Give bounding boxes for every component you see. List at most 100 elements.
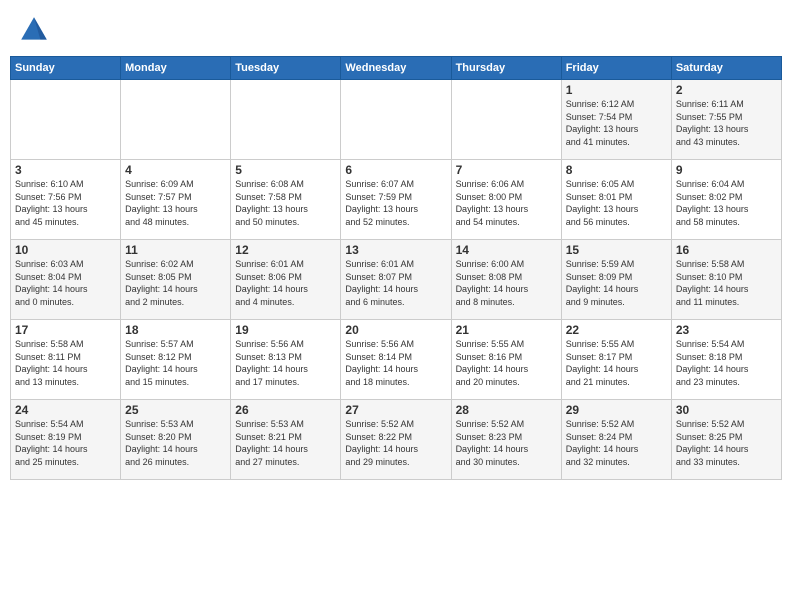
day-number: 3: [15, 163, 116, 177]
day-number: 8: [566, 163, 667, 177]
calendar-week-5: 24Sunrise: 5:54 AM Sunset: 8:19 PM Dayli…: [11, 400, 782, 480]
calendar-cell: 21Sunrise: 5:55 AM Sunset: 8:16 PM Dayli…: [451, 320, 561, 400]
day-info: Sunrise: 6:09 AM Sunset: 7:57 PM Dayligh…: [125, 178, 226, 228]
day-info: Sunrise: 5:55 AM Sunset: 8:17 PM Dayligh…: [566, 338, 667, 388]
calendar-cell: 17Sunrise: 5:58 AM Sunset: 8:11 PM Dayli…: [11, 320, 121, 400]
day-number: 6: [345, 163, 446, 177]
day-info: Sunrise: 5:52 AM Sunset: 8:23 PM Dayligh…: [456, 418, 557, 468]
day-number: 23: [676, 323, 777, 337]
calendar-week-3: 10Sunrise: 6:03 AM Sunset: 8:04 PM Dayli…: [11, 240, 782, 320]
calendar-week-4: 17Sunrise: 5:58 AM Sunset: 8:11 PM Dayli…: [11, 320, 782, 400]
calendar-cell: 6Sunrise: 6:07 AM Sunset: 7:59 PM Daylig…: [341, 160, 451, 240]
logo-icon: [18, 14, 50, 46]
day-info: Sunrise: 5:52 AM Sunset: 8:25 PM Dayligh…: [676, 418, 777, 468]
day-number: 21: [456, 323, 557, 337]
calendar-cell: 14Sunrise: 6:00 AM Sunset: 8:08 PM Dayli…: [451, 240, 561, 320]
column-header-saturday: Saturday: [671, 57, 781, 80]
day-number: 24: [15, 403, 116, 417]
day-info: Sunrise: 5:56 AM Sunset: 8:14 PM Dayligh…: [345, 338, 446, 388]
calendar-cell: 16Sunrise: 5:58 AM Sunset: 8:10 PM Dayli…: [671, 240, 781, 320]
day-number: 29: [566, 403, 667, 417]
calendar-cell: [451, 80, 561, 160]
day-number: 1: [566, 83, 667, 97]
column-header-monday: Monday: [121, 57, 231, 80]
calendar-cell: [341, 80, 451, 160]
day-number: 19: [235, 323, 336, 337]
day-number: 11: [125, 243, 226, 257]
logo: [18, 14, 54, 46]
calendar-table: SundayMondayTuesdayWednesdayThursdayFrid…: [10, 56, 782, 480]
day-info: Sunrise: 6:10 AM Sunset: 7:56 PM Dayligh…: [15, 178, 116, 228]
day-info: Sunrise: 6:06 AM Sunset: 8:00 PM Dayligh…: [456, 178, 557, 228]
day-info: Sunrise: 6:02 AM Sunset: 8:05 PM Dayligh…: [125, 258, 226, 308]
day-info: Sunrise: 6:00 AM Sunset: 8:08 PM Dayligh…: [456, 258, 557, 308]
calendar-cell: 1Sunrise: 6:12 AM Sunset: 7:54 PM Daylig…: [561, 80, 671, 160]
calendar-cell: 3Sunrise: 6:10 AM Sunset: 7:56 PM Daylig…: [11, 160, 121, 240]
calendar-cell: 15Sunrise: 5:59 AM Sunset: 8:09 PM Dayli…: [561, 240, 671, 320]
calendar-cell: 9Sunrise: 6:04 AM Sunset: 8:02 PM Daylig…: [671, 160, 781, 240]
day-number: 28: [456, 403, 557, 417]
calendar-cell: 22Sunrise: 5:55 AM Sunset: 8:17 PM Dayli…: [561, 320, 671, 400]
day-info: Sunrise: 6:01 AM Sunset: 8:06 PM Dayligh…: [235, 258, 336, 308]
calendar-cell: 20Sunrise: 5:56 AM Sunset: 8:14 PM Dayli…: [341, 320, 451, 400]
day-info: Sunrise: 6:12 AM Sunset: 7:54 PM Dayligh…: [566, 98, 667, 148]
day-number: 15: [566, 243, 667, 257]
calendar-cell: 24Sunrise: 5:54 AM Sunset: 8:19 PM Dayli…: [11, 400, 121, 480]
calendar-cell: 4Sunrise: 6:09 AM Sunset: 7:57 PM Daylig…: [121, 160, 231, 240]
column-header-sunday: Sunday: [11, 57, 121, 80]
day-info: Sunrise: 5:58 AM Sunset: 8:10 PM Dayligh…: [676, 258, 777, 308]
day-info: Sunrise: 6:04 AM Sunset: 8:02 PM Dayligh…: [676, 178, 777, 228]
day-info: Sunrise: 6:03 AM Sunset: 8:04 PM Dayligh…: [15, 258, 116, 308]
page-header: [10, 10, 782, 50]
day-number: 20: [345, 323, 446, 337]
day-info: Sunrise: 5:55 AM Sunset: 8:16 PM Dayligh…: [456, 338, 557, 388]
day-info: Sunrise: 6:01 AM Sunset: 8:07 PM Dayligh…: [345, 258, 446, 308]
day-number: 9: [676, 163, 777, 177]
calendar-cell: 30Sunrise: 5:52 AM Sunset: 8:25 PM Dayli…: [671, 400, 781, 480]
calendar-cell: 10Sunrise: 6:03 AM Sunset: 8:04 PM Dayli…: [11, 240, 121, 320]
calendar-week-1: 1Sunrise: 6:12 AM Sunset: 7:54 PM Daylig…: [11, 80, 782, 160]
day-info: Sunrise: 5:53 AM Sunset: 8:21 PM Dayligh…: [235, 418, 336, 468]
day-info: Sunrise: 5:53 AM Sunset: 8:20 PM Dayligh…: [125, 418, 226, 468]
calendar-cell: [121, 80, 231, 160]
calendar-cell: 8Sunrise: 6:05 AM Sunset: 8:01 PM Daylig…: [561, 160, 671, 240]
day-number: 7: [456, 163, 557, 177]
calendar-cell: 12Sunrise: 6:01 AM Sunset: 8:06 PM Dayli…: [231, 240, 341, 320]
column-header-wednesday: Wednesday: [341, 57, 451, 80]
calendar-cell: 19Sunrise: 5:56 AM Sunset: 8:13 PM Dayli…: [231, 320, 341, 400]
day-info: Sunrise: 5:56 AM Sunset: 8:13 PM Dayligh…: [235, 338, 336, 388]
day-number: 27: [345, 403, 446, 417]
day-info: Sunrise: 6:11 AM Sunset: 7:55 PM Dayligh…: [676, 98, 777, 148]
day-number: 4: [125, 163, 226, 177]
column-header-friday: Friday: [561, 57, 671, 80]
calendar-cell: 29Sunrise: 5:52 AM Sunset: 8:24 PM Dayli…: [561, 400, 671, 480]
day-info: Sunrise: 6:05 AM Sunset: 8:01 PM Dayligh…: [566, 178, 667, 228]
day-info: Sunrise: 6:07 AM Sunset: 7:59 PM Dayligh…: [345, 178, 446, 228]
calendar-week-2: 3Sunrise: 6:10 AM Sunset: 7:56 PM Daylig…: [11, 160, 782, 240]
calendar-cell: 2Sunrise: 6:11 AM Sunset: 7:55 PM Daylig…: [671, 80, 781, 160]
day-info: Sunrise: 5:58 AM Sunset: 8:11 PM Dayligh…: [15, 338, 116, 388]
day-info: Sunrise: 5:59 AM Sunset: 8:09 PM Dayligh…: [566, 258, 667, 308]
day-number: 30: [676, 403, 777, 417]
column-header-thursday: Thursday: [451, 57, 561, 80]
day-number: 25: [125, 403, 226, 417]
calendar-header-row: SundayMondayTuesdayWednesdayThursdayFrid…: [11, 57, 782, 80]
calendar-cell: 11Sunrise: 6:02 AM Sunset: 8:05 PM Dayli…: [121, 240, 231, 320]
day-info: Sunrise: 5:52 AM Sunset: 8:22 PM Dayligh…: [345, 418, 446, 468]
day-number: 13: [345, 243, 446, 257]
day-info: Sunrise: 6:08 AM Sunset: 7:58 PM Dayligh…: [235, 178, 336, 228]
day-number: 26: [235, 403, 336, 417]
day-number: 5: [235, 163, 336, 177]
day-number: 12: [235, 243, 336, 257]
calendar-cell: [231, 80, 341, 160]
calendar-cell: 26Sunrise: 5:53 AM Sunset: 8:21 PM Dayli…: [231, 400, 341, 480]
calendar-cell: 7Sunrise: 6:06 AM Sunset: 8:00 PM Daylig…: [451, 160, 561, 240]
day-info: Sunrise: 5:54 AM Sunset: 8:18 PM Dayligh…: [676, 338, 777, 388]
day-info: Sunrise: 5:54 AM Sunset: 8:19 PM Dayligh…: [15, 418, 116, 468]
calendar-cell: 27Sunrise: 5:52 AM Sunset: 8:22 PM Dayli…: [341, 400, 451, 480]
calendar-cell: 13Sunrise: 6:01 AM Sunset: 8:07 PM Dayli…: [341, 240, 451, 320]
column-header-tuesday: Tuesday: [231, 57, 341, 80]
day-number: 17: [15, 323, 116, 337]
day-number: 16: [676, 243, 777, 257]
day-number: 14: [456, 243, 557, 257]
